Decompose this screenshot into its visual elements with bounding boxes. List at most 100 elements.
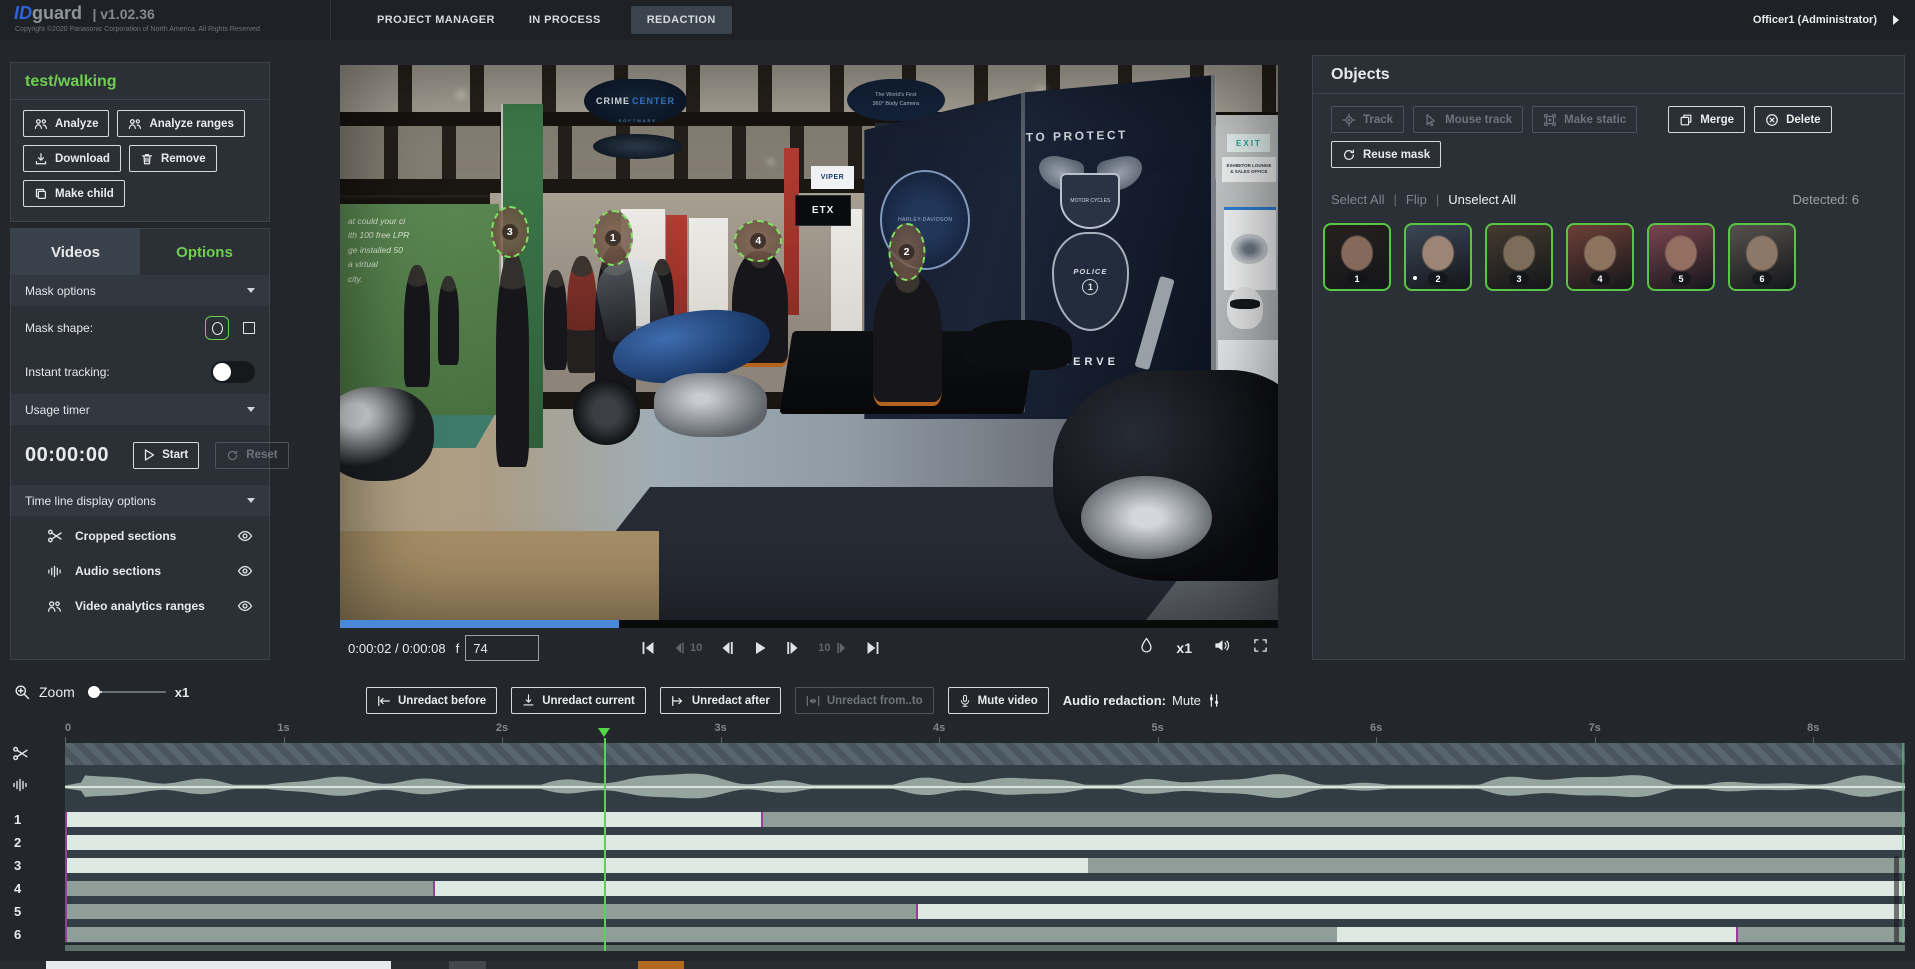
back-10-frames-button[interactable]: 10 bbox=[673, 641, 702, 655]
track-2-segment[interactable] bbox=[65, 835, 1905, 850]
mask-shape-circle-button[interactable] bbox=[205, 316, 229, 340]
skip-to-start-button[interactable] bbox=[640, 640, 656, 656]
timeline-display-header[interactable]: Time line display options bbox=[11, 485, 269, 516]
tab-videos[interactable]: Videos bbox=[11, 229, 140, 275]
object-thumbnail-6[interactable]: 6 bbox=[1728, 223, 1796, 291]
next-frame-button[interactable] bbox=[785, 640, 801, 656]
unredact-current-button[interactable]: Unredact current bbox=[511, 687, 646, 714]
track-6-segment[interactable] bbox=[1337, 927, 1737, 942]
eye-icon[interactable] bbox=[237, 564, 253, 578]
audio-waveform-track[interactable] bbox=[65, 766, 1905, 808]
eye-icon[interactable] bbox=[237, 599, 253, 613]
timeline-overview-bar[interactable] bbox=[65, 945, 1905, 951]
select-all-link[interactable]: Select All bbox=[1331, 192, 1384, 207]
nav-redaction[interactable]: REDACTION bbox=[631, 6, 732, 34]
mask-shape-square-button[interactable] bbox=[243, 322, 255, 334]
track-3-segment[interactable] bbox=[1088, 858, 1905, 873]
ruler-label-3s: 3s bbox=[714, 722, 726, 734]
unredact-before-label: Unredact before bbox=[398, 695, 486, 707]
skip-amount-label: 10 bbox=[818, 642, 830, 654]
playhead[interactable] bbox=[604, 738, 606, 948]
usage-timer-header[interactable]: Usage timer bbox=[11, 394, 269, 425]
nav-project-manager[interactable]: PROJECT MANAGER bbox=[373, 6, 499, 34]
track-button[interactable]: Track bbox=[1331, 106, 1404, 133]
object-thumbnail-4[interactable]: 4 bbox=[1566, 223, 1634, 291]
playhead-handle[interactable] bbox=[598, 728, 610, 737]
eye-icon[interactable] bbox=[237, 529, 253, 543]
mouse-track-label: Mouse track bbox=[1445, 114, 1512, 126]
reuse-mask-button[interactable]: Reuse mask bbox=[1331, 141, 1441, 168]
track-6-segment[interactable] bbox=[1737, 927, 1905, 942]
nav-in-process[interactable]: IN PROCESS bbox=[525, 6, 605, 34]
object-thumbnail-3[interactable]: 3 bbox=[1485, 223, 1553, 291]
mouse-track-button[interactable]: Mouse track bbox=[1413, 106, 1523, 133]
object-thumbnail-1[interactable]: 1 bbox=[1323, 223, 1391, 291]
horizontal-scrollbar-thumb[interactable] bbox=[46, 961, 391, 969]
previous-frame-button[interactable] bbox=[719, 640, 735, 656]
merge-button[interactable]: Merge bbox=[1668, 106, 1745, 133]
user-menu-arrow-icon[interactable] bbox=[1893, 15, 1899, 25]
track-label-5: 5 bbox=[14, 904, 21, 919]
track-6-segment[interactable] bbox=[65, 927, 1337, 942]
separator: | bbox=[1436, 192, 1439, 207]
tab-options[interactable]: Options bbox=[140, 229, 269, 275]
forward-10-frames-button[interactable]: 10 bbox=[818, 641, 847, 655]
timeline-display-label: Time line display options bbox=[25, 494, 156, 508]
player-controls: 0:00:02 / 0:00:08 f 10 10 x1 bbox=[340, 628, 1278, 668]
track-5-segment[interactable] bbox=[917, 904, 1905, 919]
cursor-icon bbox=[1424, 113, 1438, 127]
unredact-current-label: Unredact current bbox=[542, 695, 635, 707]
object-thumbnail-5[interactable]: 5 bbox=[1647, 223, 1715, 291]
opacity-droplet-icon[interactable] bbox=[1139, 637, 1154, 659]
audio-redaction-value[interactable]: Mute bbox=[1172, 693, 1201, 708]
unredact-from-to-button[interactable]: Unredact from..to bbox=[795, 687, 934, 714]
timeline-ruler[interactable]: 01s2s3s4s5s6s7s8s bbox=[65, 722, 1905, 743]
timer-reset-button[interactable]: Reset bbox=[215, 442, 288, 469]
playback-speed[interactable]: x1 bbox=[1176, 640, 1192, 656]
track-1-segment[interactable] bbox=[762, 812, 1905, 827]
instant-tracking-toggle[interactable] bbox=[211, 361, 255, 383]
play-button[interactable] bbox=[752, 640, 768, 656]
face-marker-2[interactable]: 2 bbox=[888, 223, 925, 281]
zoom-slider[interactable] bbox=[88, 685, 166, 699]
mute-video-button[interactable]: Mute video bbox=[948, 687, 1049, 714]
vertical-scrollbar[interactable] bbox=[1894, 856, 1899, 944]
make-static-button[interactable]: Make static bbox=[1532, 106, 1637, 133]
unselect-all-link[interactable]: Unselect All bbox=[1448, 192, 1516, 207]
face-marker-1[interactable]: 1 bbox=[593, 210, 633, 266]
sliders-icon[interactable] bbox=[1207, 693, 1221, 708]
mask-options-header[interactable]: Mask options bbox=[11, 275, 269, 306]
track-4-segment[interactable] bbox=[434, 881, 1905, 896]
horizontal-scrollbar[interactable] bbox=[0, 961, 1915, 969]
frame-input[interactable] bbox=[465, 635, 539, 661]
track-4-segment[interactable] bbox=[65, 881, 434, 896]
object-thumbnail-2[interactable]: 2 bbox=[1404, 223, 1472, 291]
download-button[interactable]: Download bbox=[23, 145, 121, 172]
analyze-ranges-button[interactable]: Analyze ranges bbox=[117, 110, 244, 137]
timer-start-button[interactable]: Start bbox=[133, 442, 199, 469]
video-progress-bar[interactable] bbox=[340, 620, 1278, 628]
marker-number: 3 bbox=[502, 224, 518, 240]
delete-button[interactable]: Delete bbox=[1754, 106, 1832, 133]
user-menu[interactable]: Officer1 (Administrator) bbox=[1753, 0, 1899, 40]
skip-to-end-button[interactable] bbox=[865, 640, 881, 656]
face-marker-3[interactable]: 3 bbox=[491, 206, 529, 258]
zoom-slider-knob[interactable] bbox=[88, 686, 100, 698]
display-item-cropped-sections: Cropped sections bbox=[11, 521, 269, 551]
track-5-segment[interactable] bbox=[65, 904, 917, 919]
remove-button[interactable]: Remove bbox=[129, 145, 217, 172]
video-stage[interactable]: at could your ciith 100 free LPRge insta… bbox=[340, 65, 1278, 620]
fullscreen-icon[interactable] bbox=[1253, 638, 1268, 658]
make-child-button[interactable]: Make child bbox=[23, 180, 125, 207]
timeline-tracks[interactable] bbox=[65, 743, 1905, 943]
analyze-button[interactable]: Analyze bbox=[23, 110, 109, 137]
track-3-segment[interactable] bbox=[65, 858, 1088, 873]
cropped-sections-track[interactable] bbox=[65, 743, 1905, 765]
track-1-segment[interactable] bbox=[65, 812, 762, 827]
unredact-before-button[interactable]: Unredact before bbox=[366, 687, 497, 714]
flip-link[interactable]: Flip bbox=[1406, 192, 1427, 207]
volume-icon[interactable] bbox=[1214, 638, 1231, 658]
unredact-after-button[interactable]: Unredact after bbox=[660, 687, 781, 714]
marker-number: 4 bbox=[750, 233, 766, 249]
face-marker-4[interactable]: 4 bbox=[734, 220, 782, 262]
